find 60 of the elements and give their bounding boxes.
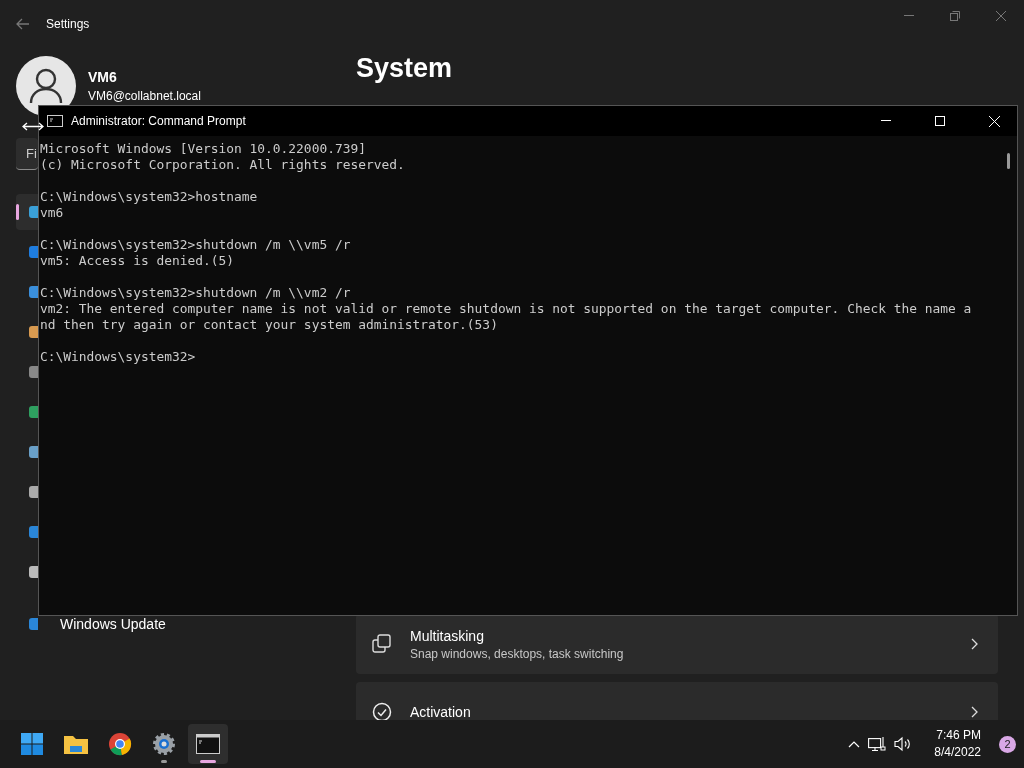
profile-name: VM6 — [88, 69, 118, 85]
console-line: nd then try again or contact your system administrator.(53) — [40, 317, 498, 333]
nav-icon — [28, 244, 38, 260]
card-title: Activation — [410, 704, 472, 720]
card-title: Multitasking — [410, 627, 485, 644]
taskbar-app[interactable] — [188, 724, 228, 764]
console-line: Microsoft Windows [Version 10.0.22000.739] — [40, 141, 366, 157]
scrollbar-thumb[interactable] — [1007, 153, 1010, 169]
volume-icon[interactable] — [894, 736, 913, 752]
page-heading: System — [356, 52, 454, 85]
notification-badge[interactable]: 2 — [999, 735, 1016, 753]
console-line: vm5: Access is denied.(5) — [40, 253, 235, 269]
browser-icon — [108, 732, 132, 756]
clock-time: 7:46 PM — [936, 727, 981, 744]
network-icon[interactable] — [868, 736, 887, 752]
nav-icon — [28, 564, 38, 580]
nav-icon — [28, 404, 38, 420]
profile-email: VM6@collabnet.local — [88, 89, 201, 103]
nav-icon — [28, 364, 38, 380]
windows-start-icon — [20, 732, 44, 756]
minimize-icon — [904, 15, 914, 17]
console-line: C:\Windows\system32>hostname — [40, 189, 258, 205]
console-line: vm2: The entered computer name is not valid or remote shutdown is not supported on the target computer. Check the name a — [40, 301, 972, 317]
nav-icon — [28, 204, 38, 220]
restore-icon — [950, 11, 960, 21]
settings-card[interactable]: Activation — [356, 682, 998, 720]
console-line: (c) Microsoft Corporation. All rights reserved. — [40, 157, 405, 173]
terminal-icon — [196, 734, 220, 754]
terminal-icon — [47, 115, 63, 127]
nav-icon — [28, 284, 38, 300]
console-line: C:\Windows\system32>shutdown /m \\vm5 /r — [40, 237, 351, 253]
chevron-up-icon[interactable] — [848, 740, 861, 748]
chevron-right-icon — [971, 638, 978, 650]
maximize-icon — [935, 116, 945, 126]
clock[interactable]: 7:46 PM 8/4/2022 — [934, 727, 981, 761]
console-line: vm6 — [40, 205, 64, 221]
sidebar-label: Windows Update — [60, 616, 166, 632]
windows-stack-icon — [372, 634, 392, 654]
search-field[interactable]: Fi — [16, 138, 38, 170]
close-icon — [988, 115, 1000, 127]
folder-icon — [63, 733, 89, 755]
chevron-right-icon — [971, 706, 978, 718]
resize-cursor-icon — [22, 122, 44, 131]
close-icon — [996, 11, 1006, 21]
back-arrow-icon[interactable] — [16, 18, 30, 30]
nav-icon — [28, 524, 38, 540]
minimize-icon — [881, 120, 891, 122]
nav-icon — [28, 484, 38, 500]
window-title: Settings — [46, 17, 90, 31]
nav-icon — [28, 444, 38, 460]
nav-icon — [28, 324, 38, 340]
window-title: Administrator: Command Prompt — [71, 114, 247, 128]
clock-date: 8/4/2022 — [934, 744, 981, 761]
console-line: C:\Windows\system32> — [40, 349, 196, 365]
gear-icon — [152, 732, 176, 756]
sidebar-item[interactable] — [16, 194, 38, 230]
settings-card[interactable]: Multitasking Snap windows, desktops, task switching — [356, 614, 998, 674]
nav-icon — [28, 616, 38, 632]
card-subtitle: Snap windows, desktops, task switching — [410, 646, 625, 661]
console-line: C:\Windows\system32>shutdown /m \\vm2 /r — [40, 285, 351, 301]
